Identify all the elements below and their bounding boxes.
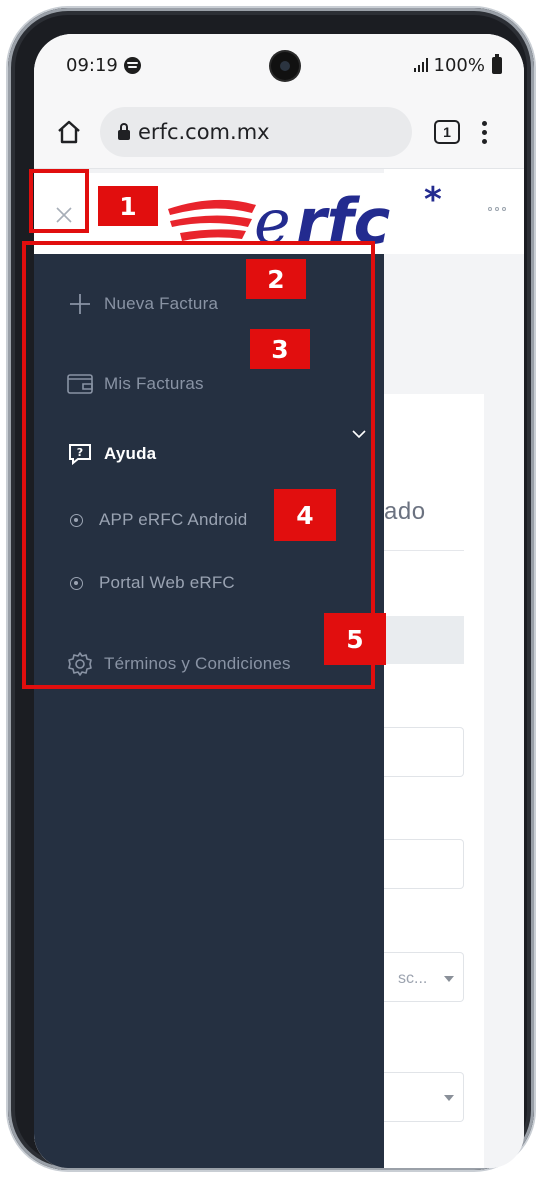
tab-switcher-button[interactable]: 1 bbox=[434, 120, 460, 144]
front-camera bbox=[271, 52, 299, 80]
status-time: 09:19 bbox=[66, 54, 118, 76]
tab-count: 1 bbox=[443, 124, 451, 140]
battery-icon bbox=[492, 53, 502, 74]
caret-down-icon bbox=[444, 976, 454, 982]
browser-menu-button[interactable] bbox=[482, 120, 487, 144]
logo-mark: * bbox=[424, 180, 442, 220]
header-more-button[interactable] bbox=[488, 207, 506, 211]
annotation-badge-3: 3 bbox=[250, 329, 310, 369]
address-bar[interactable]: erfc.com.mx bbox=[100, 107, 412, 157]
annotation-box-menu bbox=[22, 241, 375, 689]
signal-icon bbox=[413, 58, 428, 72]
annotation-badge-2: 2 bbox=[246, 259, 306, 299]
annotation-badge-4: 4 bbox=[274, 489, 336, 541]
caret-down-icon bbox=[444, 1095, 454, 1101]
annotation-box-1 bbox=[29, 169, 89, 233]
card-heading: ado bbox=[384, 498, 426, 525]
status-time-group: 09:19 bbox=[66, 55, 141, 76]
battery-percent: 100% bbox=[433, 54, 485, 76]
status-right-group: 100% bbox=[413, 53, 502, 76]
home-button[interactable] bbox=[46, 109, 92, 155]
annotation-badge-5: 5 bbox=[324, 613, 386, 665]
url-text: erfc.com.mx bbox=[138, 120, 270, 144]
select-value: sc... bbox=[398, 970, 428, 987]
annotation-badge-1: 1 bbox=[98, 186, 158, 226]
browser-toolbar: erfc.com.mx 1 bbox=[34, 96, 524, 168]
heading-divider bbox=[384, 550, 464, 551]
spotify-icon bbox=[123, 56, 141, 74]
home-icon bbox=[58, 120, 80, 144]
lock-icon bbox=[118, 122, 130, 140]
section-bar bbox=[384, 616, 464, 664]
